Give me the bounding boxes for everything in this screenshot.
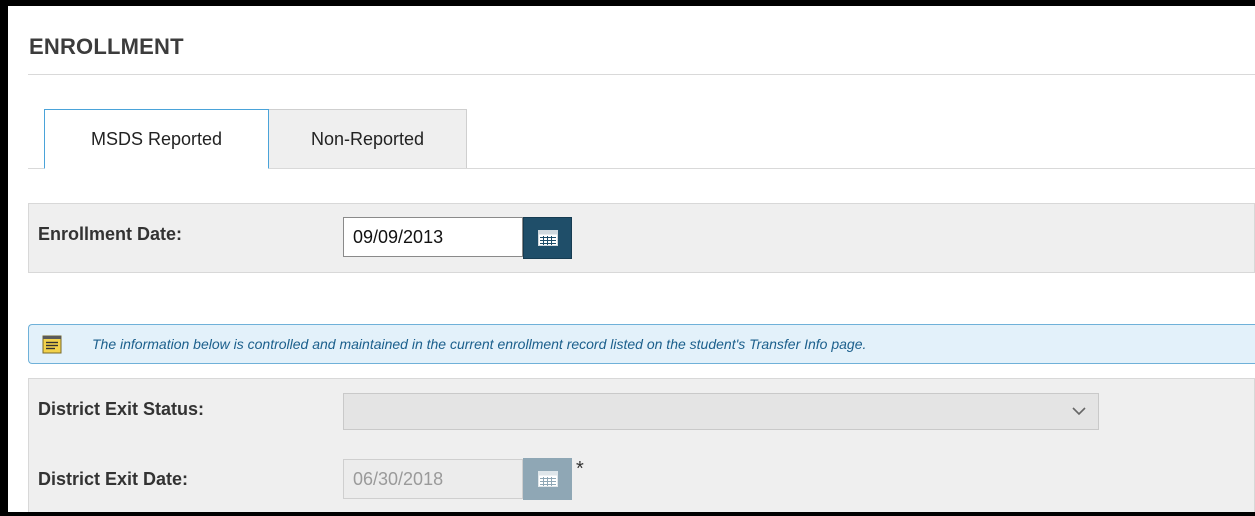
required-asterisk: *	[576, 458, 584, 480]
district-exit-date-calendar-button[interactable]	[523, 458, 572, 500]
district-exit-status-select[interactable]	[343, 393, 1099, 430]
enrollment-date-input[interactable]: 09/09/2013	[343, 217, 523, 257]
tab-label: Non-Reported	[310, 128, 425, 149]
info-banner: The information below is controlled and …	[28, 324, 1255, 364]
district-exit-date-label: District Exit Date:	[38, 469, 189, 489]
tab-msds-reported[interactable]: MSDS Reported	[44, 109, 269, 169]
section-title: ENROLLMENT	[29, 34, 184, 59]
note-icon	[42, 335, 62, 354]
tab-non-reported[interactable]: Non-Reported	[269, 109, 467, 169]
enrollment-date-label: Enrollment Date:	[38, 224, 183, 244]
district-exit-date-input[interactable]: 06/30/2018	[343, 459, 523, 499]
info-banner-text: The information below is controlled and …	[92, 336, 867, 352]
enrollment-panel: ENROLLMENT MSDS Reported Non-Reported En…	[8, 6, 1255, 512]
tab-label: MSDS Reported	[90, 128, 223, 149]
district-exit-status-label: District Exit Status:	[38, 399, 205, 419]
enrollment-date-calendar-button[interactable]	[523, 217, 572, 259]
chevron-down-icon	[1072, 407, 1086, 416]
calendar-icon	[537, 230, 558, 246]
enrollment-date-row	[28, 203, 1255, 273]
calendar-icon	[537, 471, 558, 487]
title-divider	[28, 74, 1255, 75]
